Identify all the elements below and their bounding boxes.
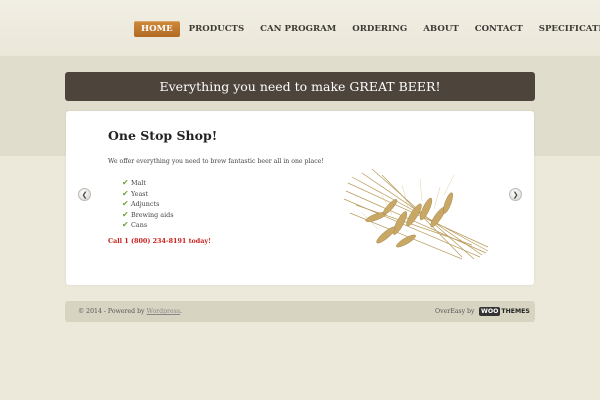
feature-label: Adjuncts <box>131 200 160 208</box>
nav-item-can-program[interactable]: CAN PROGRAM <box>253 21 343 37</box>
list-item: ✔ Malt <box>122 178 174 189</box>
slider-panel: One Stop Shop! We offer everything you n… <box>66 111 534 285</box>
nav-item-products[interactable]: PRODUCTS <box>182 21 251 37</box>
feature-label: Yeast <box>131 189 149 198</box>
footer: © 2014 - Powered by Wordpress. OverEasy … <box>65 301 535 322</box>
nav-item-home[interactable]: HOME <box>134 21 180 37</box>
copyright-text: © 2014 - Powered by Wordpress. <box>78 308 182 315</box>
wheat-stalks-image <box>343 168 489 260</box>
nav-item-specifications[interactable]: SPECIFICATIONS <box>532 21 600 37</box>
check-icon: ✔ <box>122 178 129 187</box>
list-item: ✔ Brewing aids <box>122 210 174 221</box>
feature-label: Malt <box>131 179 146 187</box>
woothemes-logo[interactable]: WOO THEMES <box>479 306 530 316</box>
wordpress-link[interactable]: Wordpress <box>147 308 181 315</box>
tagline-banner: Everything you need to make GREAT BEER! <box>65 72 535 101</box>
feature-list: ✔ Malt ✔ Yeast ✔ Adjuncts ✔ Brewing aids ✔ Ca… <box>122 178 174 231</box>
list-item: ✔ Cans <box>122 220 174 231</box>
feature-label: Brewing aids <box>131 210 174 219</box>
slider-next-button[interactable]: ❯ <box>509 188 522 201</box>
list-item: ✔ Adjuncts <box>122 199 174 210</box>
check-icon: ✔ <box>122 209 129 219</box>
list-item: ✔ Yeast <box>122 189 174 200</box>
check-icon: ✔ <box>122 220 129 229</box>
slide-title: One Stop Shop! <box>108 128 218 143</box>
chevron-left-icon: ❮ <box>81 190 88 199</box>
nav-item-ordering[interactable]: ORDERING <box>345 21 414 37</box>
check-icon: ✔ <box>122 199 129 208</box>
slide-intro: We offer everything you need to brew fan… <box>108 158 324 165</box>
call-to-action: Call 1 (800) 234-8191 today! <box>108 237 211 245</box>
nav-item-about[interactable]: ABOUT <box>416 21 465 37</box>
slider-prev-button[interactable]: ❮ <box>78 188 91 201</box>
main-nav: HOME PRODUCTS CAN PROGRAM ORDERING ABOUT… <box>134 21 600 37</box>
check-icon: ✔ <box>122 188 129 198</box>
theme-credit: OverEasy by <box>435 308 475 315</box>
chevron-right-icon: ❯ <box>512 190 519 199</box>
feature-label: Cans <box>131 221 148 229</box>
nav-item-contact[interactable]: CONTACT <box>468 21 530 37</box>
